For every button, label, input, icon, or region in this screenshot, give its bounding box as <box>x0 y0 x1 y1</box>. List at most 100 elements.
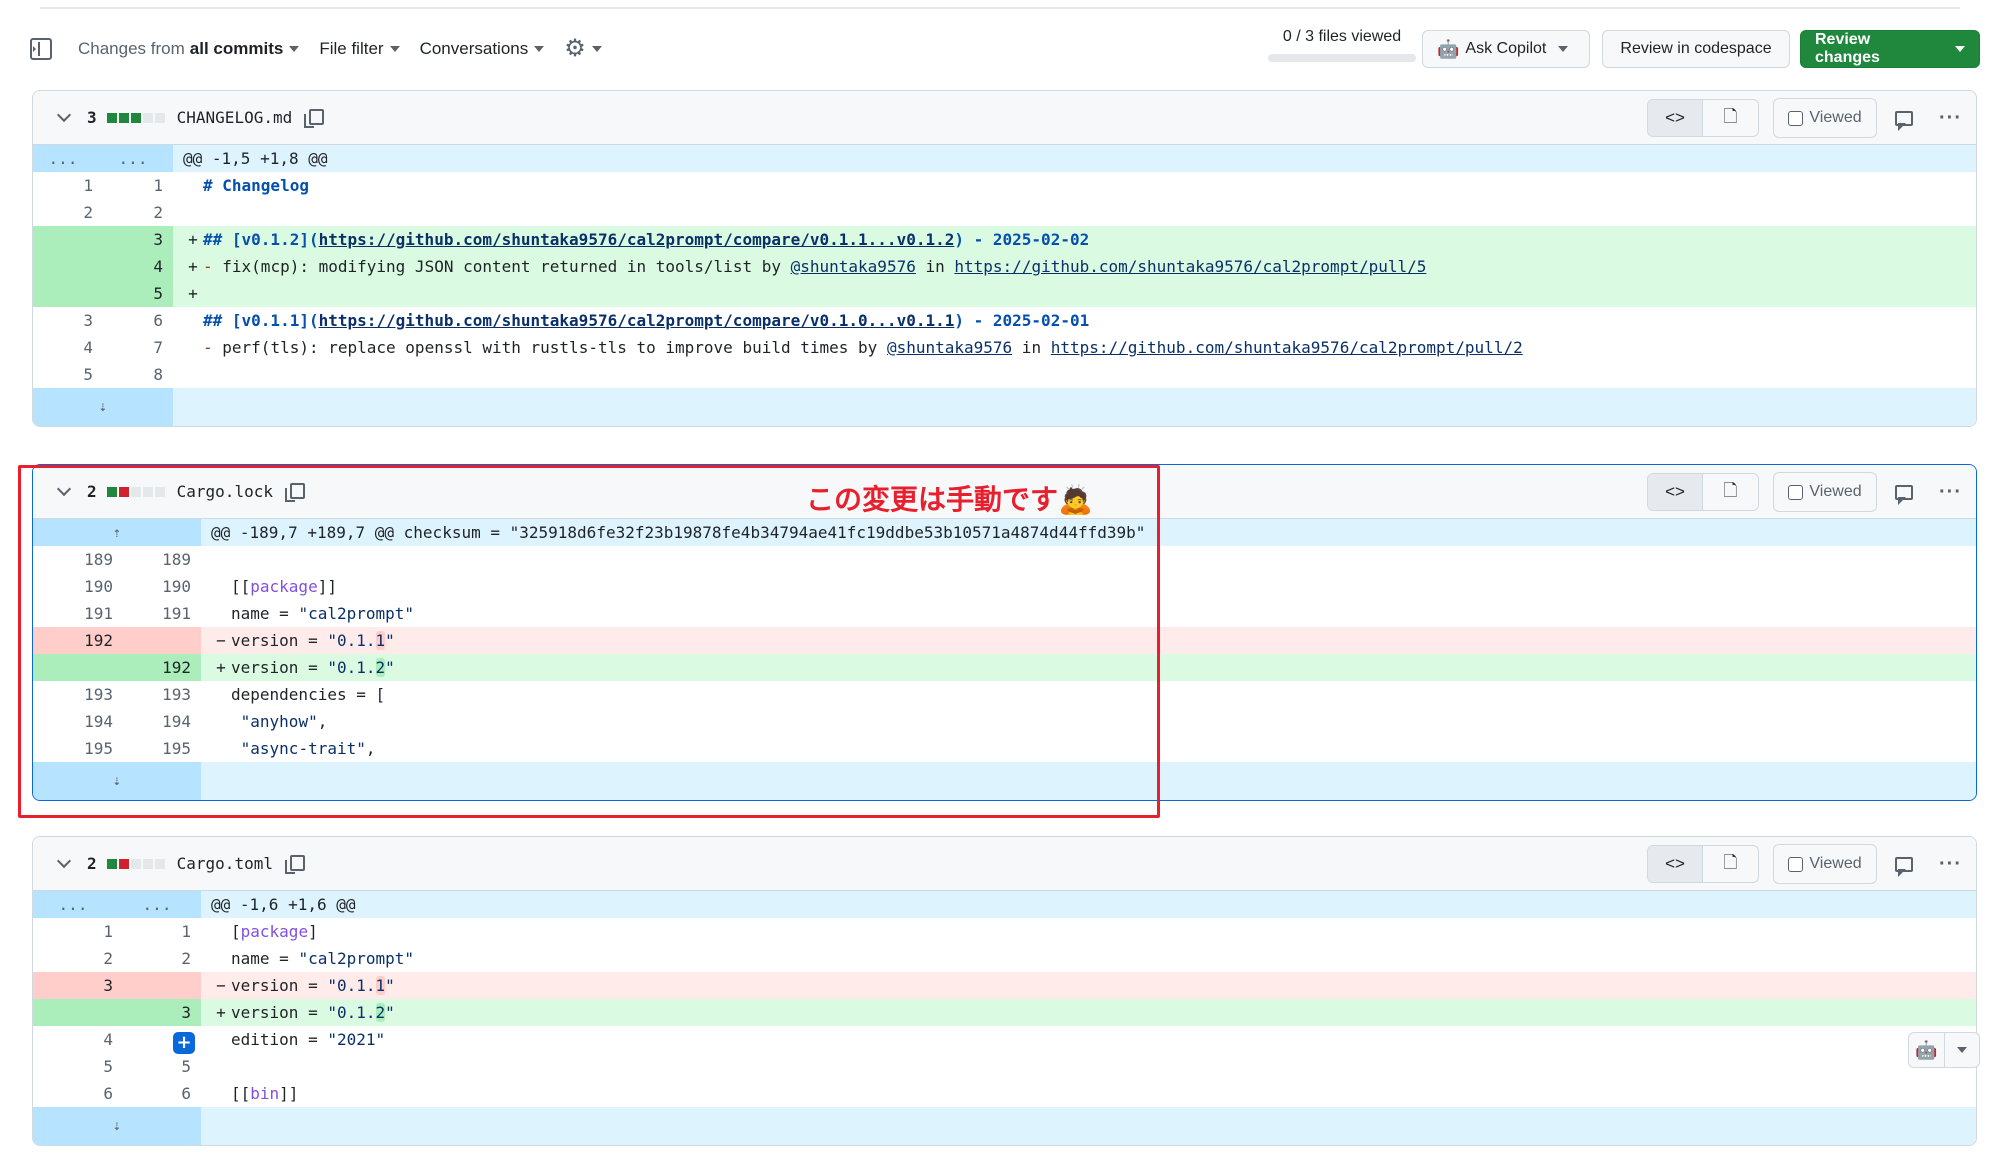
old-line-number[interactable]: 1 <box>33 172 103 199</box>
diff-row: 192 + version = "0.1.2" <box>33 654 1976 681</box>
old-line-number[interactable] <box>33 226 103 253</box>
expand-down-icon[interactable]: ⇣ <box>33 1107 201 1145</box>
new-line-number[interactable]: 191 <box>123 600 201 627</box>
new-line-number[interactable]: 8 <box>103 361 173 388</box>
code-view-icon[interactable]: <> <box>1648 846 1704 882</box>
review-in-codespace-button[interactable]: Review in codespace <box>1602 30 1790 68</box>
chevron-down-icon[interactable] <box>56 107 72 122</box>
old-line-number[interactable] <box>33 999 123 1026</box>
viewed-checkbox[interactable]: Viewed <box>1773 98 1878 138</box>
review-changes-label: Review changes <box>1815 31 1880 66</box>
changes-from-dropdown[interactable]: Changes from all commits <box>78 39 300 59</box>
conversations-dropdown[interactable]: Conversations <box>420 39 545 59</box>
old-line-number[interactable]: 3 <box>33 972 123 999</box>
new-line-number[interactable]: 4 <box>103 253 173 280</box>
old-line-number[interactable]: 5 <box>33 1053 123 1080</box>
new-line-number[interactable]: 192 <box>123 654 201 681</box>
new-line-number[interactable]: 194 <box>123 708 201 735</box>
old-line-number[interactable]: 4 <box>33 334 103 361</box>
file-name[interactable]: Cargo.lock <box>177 482 273 501</box>
hunk-ellipsis[interactable]: ... <box>33 145 103 172</box>
file-name[interactable]: CHANGELOG.md <box>177 108 293 127</box>
new-line-number[interactable]: 5 <box>103 280 173 307</box>
new-line-number[interactable]: 189 <box>123 546 201 573</box>
old-line-number[interactable]: 3 <box>33 307 103 334</box>
new-line-number[interactable]: 3 <box>123 999 201 1026</box>
old-line-number[interactable]: 5 <box>33 361 103 388</box>
old-line-number[interactable]: 191 <box>33 600 123 627</box>
new-line-number[interactable]: 195 <box>123 735 201 762</box>
new-line-number[interactable]: 5 <box>123 1053 201 1080</box>
diff-row: 189 189 <box>33 546 1976 573</box>
comment-icon[interactable] <box>1895 484 1914 505</box>
expand-down-icon[interactable]: ⇣ <box>33 388 173 426</box>
review-changes-button[interactable]: Review changes <box>1800 30 1980 68</box>
old-line-number[interactable]: 1 <box>33 918 123 945</box>
file-icon[interactable]: 🗋 <box>1703 474 1758 510</box>
code-line: − version = "0.1.1" <box>201 972 1976 999</box>
expand-up-icon[interactable]: ⇡ <box>33 519 201 546</box>
ask-copilot-button[interactable]: 🤖 Ask Copilot <box>1422 30 1590 68</box>
new-line-number[interactable]: 1 <box>103 172 173 199</box>
new-line-number[interactable]: 1 <box>123 918 201 945</box>
copilot-floating-button[interactable]: 🤖 <box>1908 1032 1980 1068</box>
new-line-number[interactable]: 6 <box>103 307 173 334</box>
new-line-number[interactable]: 193 <box>123 681 201 708</box>
viewed-checkbox[interactable]: Viewed <box>1773 472 1878 512</box>
new-line-number[interactable] <box>123 627 201 654</box>
old-line-number[interactable]: 4 <box>33 1026 123 1053</box>
new-line-number[interactable]: 2 <box>123 945 201 972</box>
old-line-number[interactable]: 190 <box>33 573 123 600</box>
old-line-number[interactable] <box>33 654 123 681</box>
old-line-number[interactable]: 2 <box>33 199 103 226</box>
more-options-icon[interactable]: ··· <box>1939 481 1962 504</box>
copilot-icon[interactable]: 🤖 <box>1909 1033 1945 1067</box>
file-name[interactable]: Cargo.toml <box>177 854 273 873</box>
old-line-number[interactable] <box>33 280 103 307</box>
comment-icon[interactable] <box>1895 110 1914 131</box>
expand-down-icon[interactable]: ⇣ <box>33 762 201 800</box>
chevron-down-icon[interactable] <box>56 481 72 496</box>
old-line-number[interactable]: 195 <box>33 735 123 762</box>
new-line-number[interactable]: 7 <box>103 334 173 361</box>
new-line-number[interactable] <box>123 972 201 999</box>
new-line-number[interactable]: 4+ <box>123 1026 201 1054</box>
old-line-number[interactable] <box>33 253 103 280</box>
new-line-number[interactable]: 190 <box>123 573 201 600</box>
old-line-number[interactable]: 193 <box>33 681 123 708</box>
new-line-number-text: 5 <box>153 284 163 303</box>
copy-icon[interactable] <box>304 108 325 128</box>
file-icon[interactable]: 🗋 <box>1703 100 1758 136</box>
settings-dropdown[interactable]: ⚙ <box>564 37 602 61</box>
comment-icon[interactable] <box>1895 856 1914 877</box>
old-line-number[interactable]: 2 <box>33 945 123 972</box>
file-icon[interactable]: 🗋 <box>1703 846 1758 882</box>
hunk-ellipsis[interactable]: ... <box>123 891 201 918</box>
viewed-checkbox[interactable]: Viewed <box>1773 844 1878 884</box>
copilot-menu-toggle[interactable] <box>1945 1033 1980 1067</box>
sidebar-toggle-icon[interactable] <box>30 38 52 60</box>
new-line-number[interactable]: 2 <box>103 199 173 226</box>
diffstat-bar <box>106 858 165 869</box>
code-view-icon[interactable]: <> <box>1648 474 1704 510</box>
chevron-down-icon[interactable] <box>56 853 72 868</box>
hunk-ellipsis[interactable]: ... <box>103 145 173 172</box>
checkbox-icon <box>1788 856 1804 872</box>
old-line-number[interactable]: 6 <box>33 1080 123 1107</box>
new-line-number[interactable]: 6 <box>123 1080 201 1107</box>
more-options-icon[interactable]: ··· <box>1939 107 1962 130</box>
copy-icon[interactable] <box>284 482 305 502</box>
old-line-number[interactable]: 192 <box>33 627 123 654</box>
old-line-number[interactable]: 189 <box>33 546 123 573</box>
add-comment-button[interactable]: + <box>173 1032 195 1054</box>
hunk-ellipsis[interactable]: ... <box>33 891 123 918</box>
code-view-icon[interactable]: <> <box>1648 100 1704 136</box>
file-filter-dropdown[interactable]: File filter <box>319 39 400 59</box>
new-line-number[interactable]: 3 <box>103 226 173 253</box>
copy-icon[interactable] <box>284 854 305 874</box>
diff-marker <box>211 1057 231 1076</box>
diffstat-block <box>118 486 129 497</box>
old-line-number[interactable]: 194 <box>33 708 123 735</box>
more-options-icon[interactable]: ··· <box>1939 853 1962 876</box>
files-viewed-indicator: 0 / 3 files viewed <box>1252 28 1432 62</box>
